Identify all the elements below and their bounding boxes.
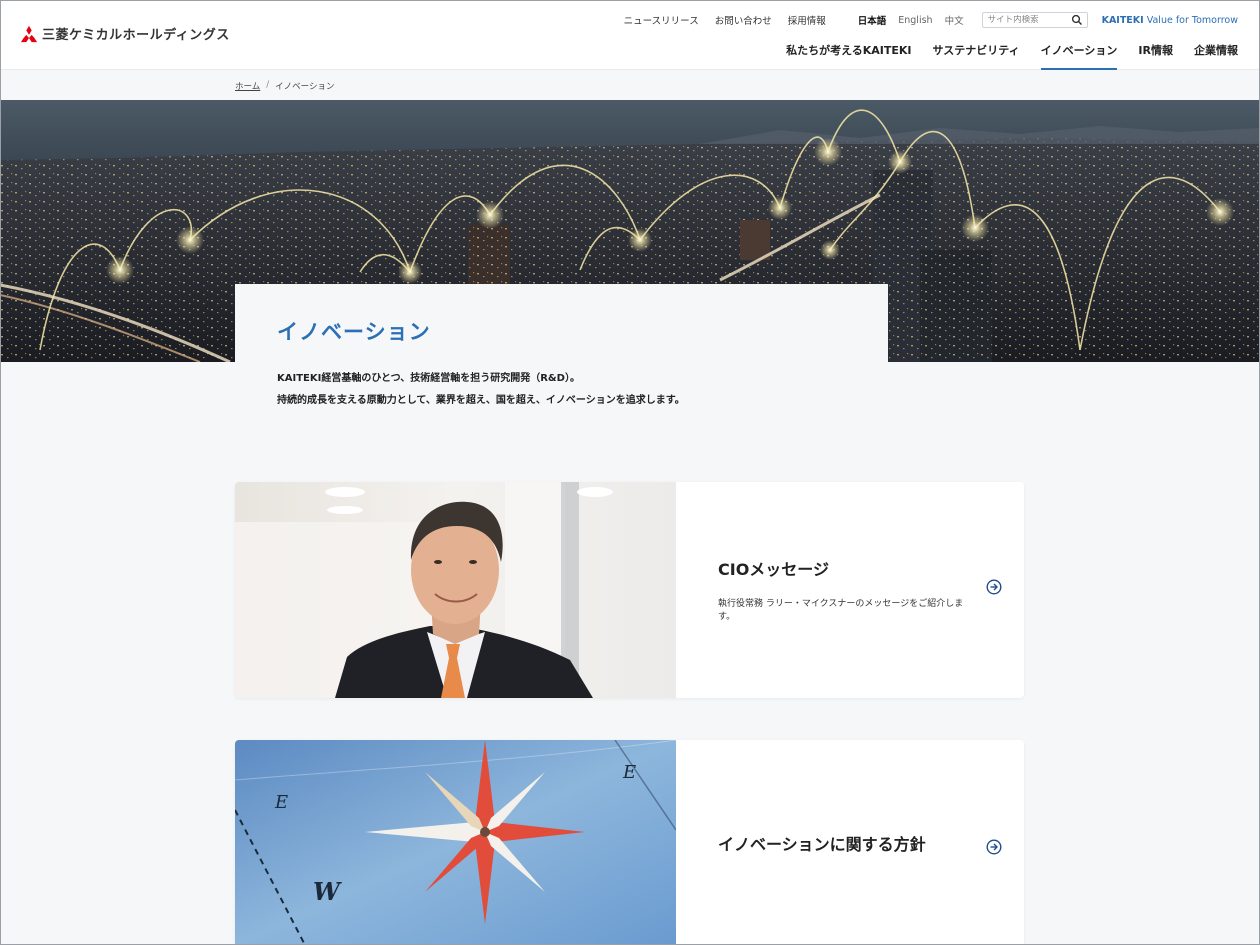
util-link-recruit[interactable]: 採用情報 <box>788 13 826 27</box>
search-input[interactable] <box>982 15 1067 25</box>
logo-text: 三菱ケミカルホールディングス <box>42 28 230 43</box>
lang-english[interactable]: English <box>898 15 932 26</box>
arrow-right-circle-icon[interactable] <box>986 579 1002 595</box>
compass-illustration: E E W <box>235 740 676 945</box>
site-logo[interactable]: 三菱ケミカルホールディングス <box>20 24 230 43</box>
cio-card-title: CIOメッセージ <box>718 560 829 579</box>
tagline-rest: Value for Tomorrow <box>1143 14 1238 26</box>
nav-item-sustainability[interactable]: サステナビリティ <box>933 42 1020 70</box>
compass-image: E E W <box>235 740 676 945</box>
cio-card-desc: 執行役常務 ラリー・マイクスナーのメッセージをご紹介します。 <box>718 599 964 622</box>
three-diamonds-logo-icon <box>20 25 38 42</box>
nav-item-company[interactable]: 企業情報 <box>1194 42 1238 70</box>
policy-card-title: イノベーションに関する方針 <box>718 834 926 854</box>
breadcrumb: ホーム / イノベーション <box>235 80 334 92</box>
util-link-news[interactable]: ニュースリリース <box>624 13 699 27</box>
tagline-brand: KAITEKI <box>1101 14 1144 26</box>
search-icon[interactable] <box>1071 14 1083 26</box>
utility-nav: ニュースリリース お問い合わせ 採用情報 日本語 English 中文 KAIT… <box>624 12 1238 28</box>
cio-card-body: CIOメッセージ 執行役常務 ラリー・マイクスナーのメッセージをご紹介します。 <box>676 482 1024 698</box>
lang-japanese[interactable]: 日本語 <box>858 13 887 27</box>
compass-letter-e-left: E <box>274 792 288 813</box>
search-box <box>981 12 1088 28</box>
compass-letter-w: W <box>313 877 342 906</box>
nav-item-ir[interactable]: IR情報 <box>1138 42 1173 70</box>
nav-item-kaiteki[interactable]: 私たちが考えるKAITEKI <box>786 42 911 70</box>
arrow-right-circle-icon[interactable] <box>986 838 1002 855</box>
policy-card-body: イノベーションに関する方針 <box>676 740 1024 945</box>
lead-line-2: 持続的成長を支える原動力として、業界を超え、国を超え、イノベーションを追求します… <box>277 395 685 406</box>
page-title: イノベーション <box>277 320 431 344</box>
compass-letter-e-right: E <box>622 762 636 783</box>
breadcrumb-home[interactable]: ホーム <box>235 80 260 92</box>
lang-chinese[interactable]: 中文 <box>945 13 964 27</box>
nav-item-innovation[interactable]: イノベーション <box>1040 42 1117 70</box>
breadcrumb-separator: / <box>266 80 270 90</box>
intro-section: イノベーション KAITEKI経営基軸のひとつ、技術経営軸を担う研究開発（R&D… <box>235 284 888 414</box>
brand-tagline[interactable]: KAITEKI Value for Tomorrow <box>1102 15 1238 26</box>
breadcrumb-current: イノベーション <box>275 82 335 92</box>
cio-message-card[interactable]: CIOメッセージ 執行役常務 ラリー・マイクスナーのメッセージをご紹介します。 <box>235 482 1024 698</box>
cio-portrait-image <box>235 482 676 698</box>
global-nav: 私たちが考えるKAITEKI サステナビリティ イノベーション IR情報 企業情… <box>786 42 1238 70</box>
portrait-illustration <box>235 482 676 698</box>
innovation-policy-card[interactable]: E E W イノベーションに関する方針 <box>235 740 1024 945</box>
util-link-contact[interactable]: お問い合わせ <box>715 13 772 27</box>
lead-line-1: KAITEKI経営基軸のひとつ、技術経営軸を担う研究開発（R&D）。 <box>277 373 580 384</box>
site-header: 三菱ケミカルホールディングス ニュースリリース お問い合わせ 採用情報 日本語 … <box>0 0 1260 70</box>
